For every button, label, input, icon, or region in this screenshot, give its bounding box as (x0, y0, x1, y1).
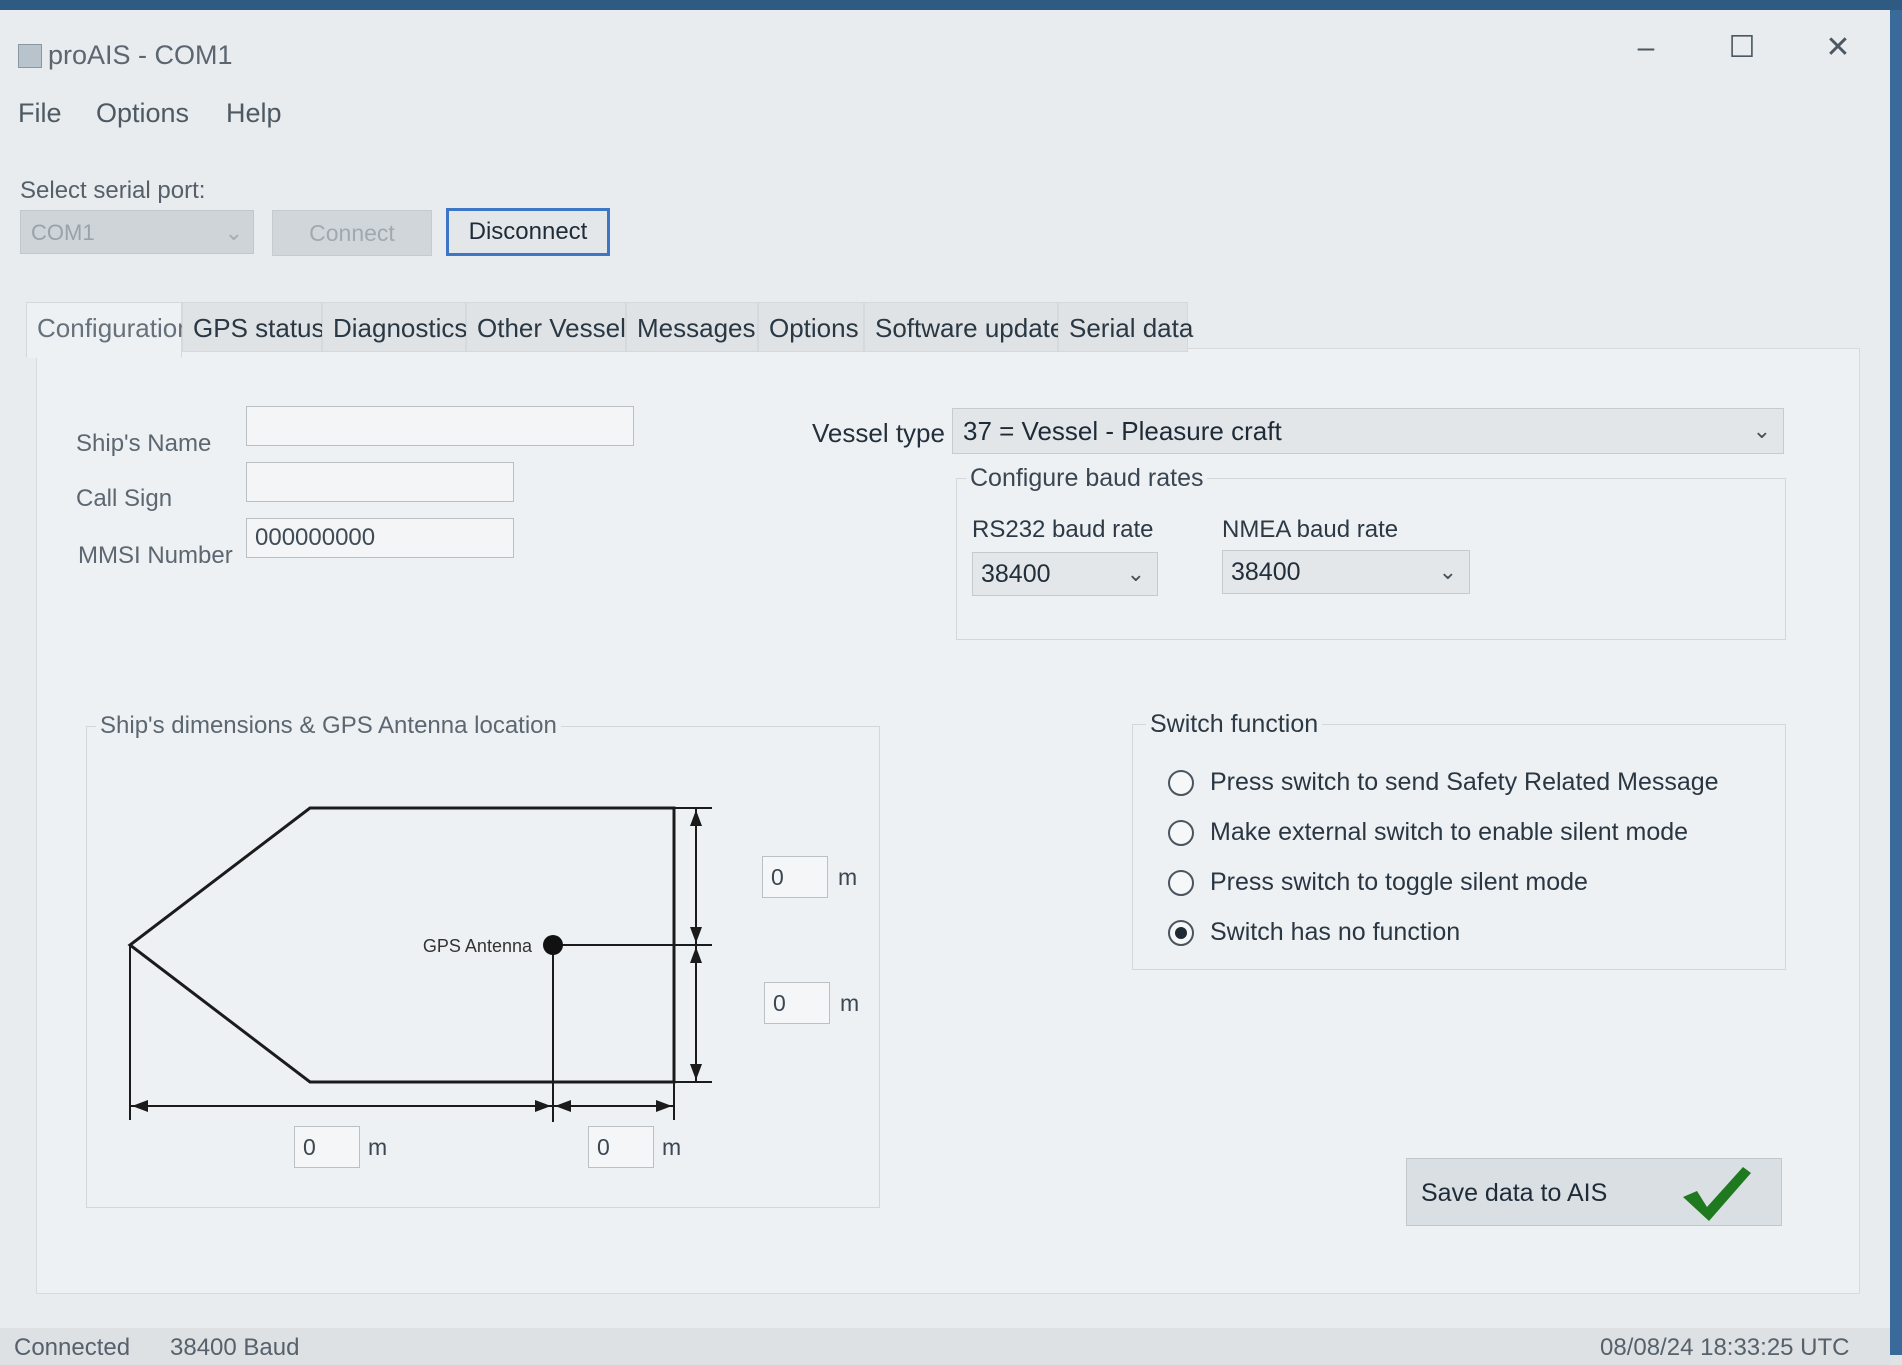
radio-button[interactable] (1168, 870, 1194, 896)
vessel-type-label: Vessel type (812, 418, 945, 448)
arrow-left-icon (132, 1100, 148, 1112)
menu-options[interactable]: Options (96, 98, 189, 129)
radio-label: Switch has no function (1210, 918, 1461, 946)
ship-name-input[interactable] (246, 406, 634, 446)
tab-options[interactable]: Options (758, 302, 864, 352)
datetime-status: 08/08/24 18:33:25 UTC (1600, 1334, 1850, 1361)
connect-button[interactable]: Connect (272, 210, 432, 256)
serial-port-value: COM1 (31, 220, 95, 245)
serial-port-label: Select serial port: (20, 177, 206, 204)
arrow-right-icon (656, 1100, 672, 1112)
dimension-right-input[interactable]: 0 (588, 1126, 654, 1168)
status-bar: Connected 38400 Baud 08/08/24 18:33:25 U… (0, 1328, 1890, 1365)
vessel-type-value: 37 = Vessel - Pleasure craft (963, 416, 1282, 446)
minimize-button[interactable]: – (1616, 28, 1676, 68)
nmea-baud-select[interactable]: 38400 ⌄ (1222, 550, 1470, 594)
arrow-up-icon (690, 810, 702, 826)
tab-software-update[interactable]: Software update (864, 302, 1064, 352)
disconnect-button[interactable]: Disconnect (446, 208, 610, 256)
baud-group-title: Configure baud rates (966, 464, 1208, 493)
arrow-left-icon (555, 1100, 571, 1112)
call-sign-label: Call Sign (76, 485, 173, 512)
title-bar: proAIS - COM1 – ☐ ✕ (0, 10, 1890, 90)
app-icon (18, 44, 42, 68)
dimension-left-unit: m (368, 1134, 388, 1160)
dimension-bottom-unit: m (840, 990, 860, 1016)
rs232-baud-select[interactable]: 38400 ⌄ (972, 552, 1158, 596)
save-to-ais-button[interactable]: Save data to AIS (1406, 1158, 1782, 1226)
radio-label: Press switch to send Safety Related Mess… (1210, 768, 1719, 796)
gps-antenna-icon (543, 935, 563, 955)
mmsi-input[interactable]: 000000000 (246, 518, 514, 558)
tab-gps-status[interactable]: GPS status (182, 302, 325, 352)
menu-bar: File Options Help (0, 92, 1890, 132)
tab-serial-data[interactable]: Serial data (1058, 302, 1193, 352)
taskbar-strip (0, 0, 1902, 10)
serial-port-select[interactable]: COM1 ⌄ (20, 210, 254, 254)
ship-diagram: GPS Antenna (127, 806, 712, 1122)
save-button-label: Save data to AIS (1421, 1179, 1608, 1207)
menu-file[interactable]: File (18, 98, 62, 129)
arrow-down-icon (690, 1064, 702, 1080)
radio-button[interactable] (1168, 820, 1194, 846)
app-window: proAIS - COM1 – ☐ ✕ File Options Help Se… (0, 10, 1902, 1365)
rs232-baud-value: 38400 (981, 560, 1051, 588)
menu-help[interactable]: Help (226, 98, 282, 129)
dimension-bottom-input[interactable]: 0 (764, 982, 830, 1024)
chevron-down-icon: ⌄ (1752, 418, 1771, 443)
rs232-label: RS232 baud rate (972, 516, 1154, 543)
vessel-type-select[interactable]: 37 = Vessel - Pleasure craft ⌄ (952, 408, 1784, 454)
maximize-button[interactable]: ☐ (1712, 28, 1772, 68)
dimension-top-input[interactable]: 0 (762, 856, 828, 898)
gps-antenna-label: GPS Antenna (423, 936, 533, 956)
switch-group-title: Switch function (1146, 710, 1323, 739)
nmea-label: NMEA baud rate (1222, 516, 1399, 543)
chevron-down-icon: ⌄ (224, 220, 243, 245)
close-button[interactable]: ✕ (1808, 28, 1868, 68)
tab-messages[interactable]: Messages (626, 302, 758, 352)
mmsi-label: MMSI Number (78, 542, 233, 569)
baud-status: 38400 Baud (170, 1334, 300, 1361)
connection-status: Connected (14, 1334, 131, 1361)
nmea-baud-value: 38400 (1231, 558, 1301, 586)
ship-name-label: Ship's Name (76, 430, 212, 457)
radio-label: Press switch to toggle silent mode (1210, 868, 1588, 896)
radio-label: Make external switch to enable silent mo… (1210, 818, 1689, 846)
chevron-down-icon: ⌄ (1438, 559, 1457, 584)
dimension-top-unit: m (838, 864, 858, 890)
checkmark-icon (1683, 1167, 1751, 1221)
call-sign-input[interactable] (246, 462, 514, 502)
arrow-right-icon (535, 1100, 551, 1112)
dimension-left-input[interactable]: 0 (294, 1126, 360, 1168)
arrow-down-icon (690, 927, 702, 943)
radio-button[interactable] (1168, 770, 1194, 796)
chevron-down-icon: ⌄ (1126, 561, 1145, 586)
window-title: proAIS - COM1 (48, 40, 233, 70)
radio-button-selected[interactable] (1168, 920, 1194, 946)
tab-other-vessels[interactable]: Other Vessels (466, 302, 639, 352)
arrow-up-icon (690, 947, 702, 963)
dimension-right-unit: m (662, 1134, 682, 1160)
dimensions-group-title: Ship's dimensions & GPS Antenna location (96, 712, 561, 740)
tab-diagnostics[interactable]: Diagnostics (322, 302, 467, 352)
tab-configuration[interactable]: Configuration (26, 302, 192, 358)
